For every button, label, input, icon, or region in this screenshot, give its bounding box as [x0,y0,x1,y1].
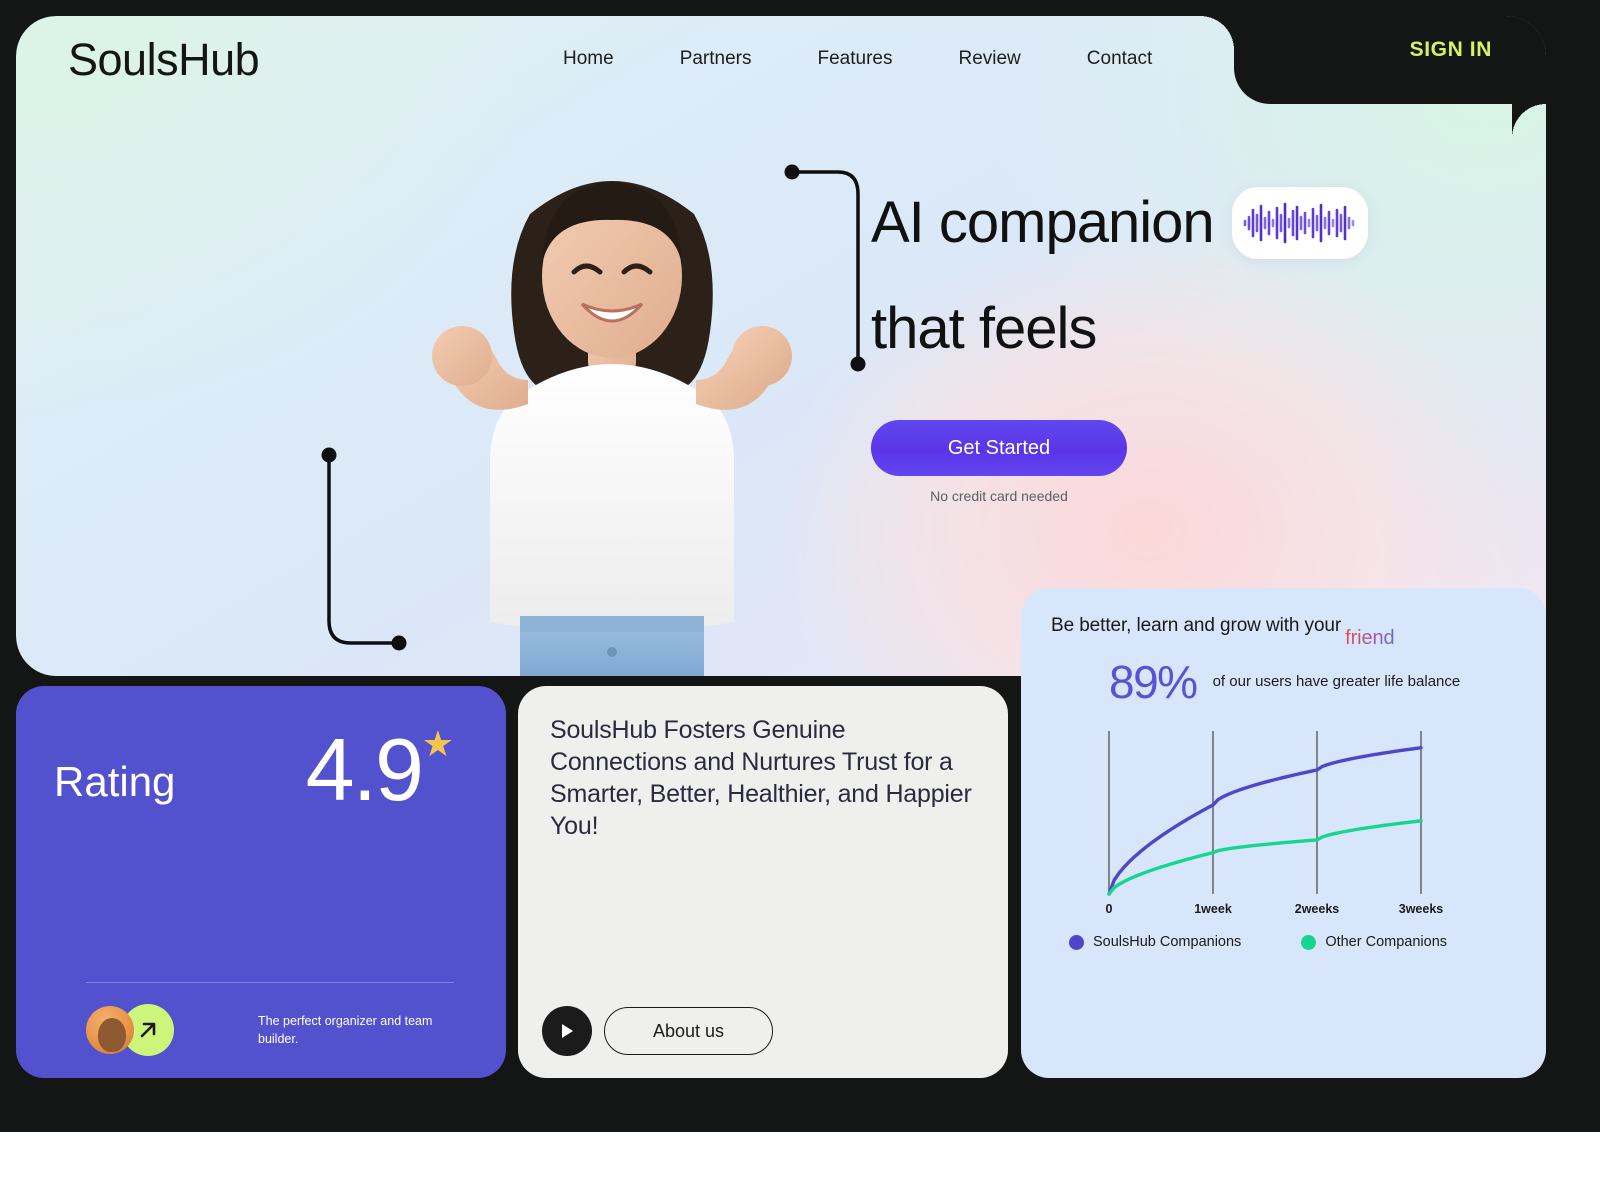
hero-cta-group: Get Started No credit card needed [871,420,1127,504]
rating-card: Rating 4.9 ★ The perfect organizer and t… [16,686,506,1078]
page-root: AI companion that feels Get Started No c… [0,0,1600,1200]
headline-row-2: that feels [871,290,1368,368]
audio-waveform-icon [1231,187,1368,259]
avatar [86,1006,134,1054]
nav-item-home[interactable]: Home [530,44,647,74]
hero-photo [402,104,822,676]
chart-x-axis-labels: 0 1week 2weeks 3weeks [1079,902,1444,922]
connector-line-top [776,156,886,381]
x-axis-tick: 2weeks [1294,902,1340,916]
nav-item-review[interactable]: Review [925,44,1053,74]
brand-logo[interactable]: SoulsHub [68,34,260,86]
hero-notch [1234,16,1546,104]
star-icon: ★ [421,723,454,764]
x-axis-tick: 1week [1194,902,1232,916]
connector-line-left [311,441,421,676]
chart-card: Be better, learn and grow with yourfrien… [1021,588,1546,1078]
chart-legend: SoulsHub Companions Other Companions [1069,934,1516,950]
about-card: SoulsHub Fosters Genuine Connections and… [518,686,1008,1078]
x-axis-tick: 0 [1105,902,1113,916]
rating-top-row: Rating 4.9 ★ [54,726,468,814]
line-chart [1079,727,1427,902]
chart-title-prefix: Be better, learn and grow with your [1051,615,1342,636]
stat-description: of our users have greater life balance [1212,673,1461,691]
rating-caption: The perfect organizer and team builder. [258,1013,433,1046]
rating-label: Rating [54,758,176,805]
stat-row: 89% of our users have greater life balan… [1051,659,1516,705]
about-text: SoulsHub Fosters Genuine Connections and… [550,716,972,840]
chart-title-highlight: friend [1345,627,1395,649]
legend-color-swatch [1301,934,1317,950]
play-icon[interactable] [542,1006,592,1056]
nav-item-partners[interactable]: Partners [647,44,785,74]
hero-card: AI companion that feels Get Started No c… [16,16,1546,676]
legend-item-other: Other Companions [1301,934,1447,950]
rating-value-wrap: 4.9 ★ [306,726,454,814]
x-axis-tick: 3weeks [1398,902,1444,916]
rating-footer: The perfect organizer and team builder. [86,1004,458,1056]
divider [86,982,454,983]
legend-label: Other Companions [1325,934,1448,950]
legend-label: SoulsHub Companions [1093,934,1242,950]
main-nav: Home Partners Features Review Contact [530,44,1185,74]
cta-note: No credit card needed [930,488,1068,504]
sign-in-button[interactable]: SIGN IN [1410,38,1492,62]
headline-line-2: that feels [871,296,1097,361]
get-started-button[interactable]: Get Started [871,420,1127,476]
stat-value: 89% [1109,656,1198,708]
hero-headline: AI companion that feels [871,184,1368,368]
about-footer: About us [542,1006,774,1056]
headline-line-1: AI companion [871,190,1215,255]
nav-item-contact[interactable]: Contact [1054,44,1185,74]
chart-title: Be better, learn and grow with yourfrien… [1051,614,1516,649]
rating-value: 4.9 [305,720,424,819]
legend-item-soulshub: SoulsHub Companions [1069,934,1241,950]
headline-row-1: AI companion [871,184,1368,262]
about-us-button[interactable]: About us [604,1007,774,1055]
nav-item-features[interactable]: Features [785,44,926,74]
legend-color-swatch [1069,934,1084,950]
